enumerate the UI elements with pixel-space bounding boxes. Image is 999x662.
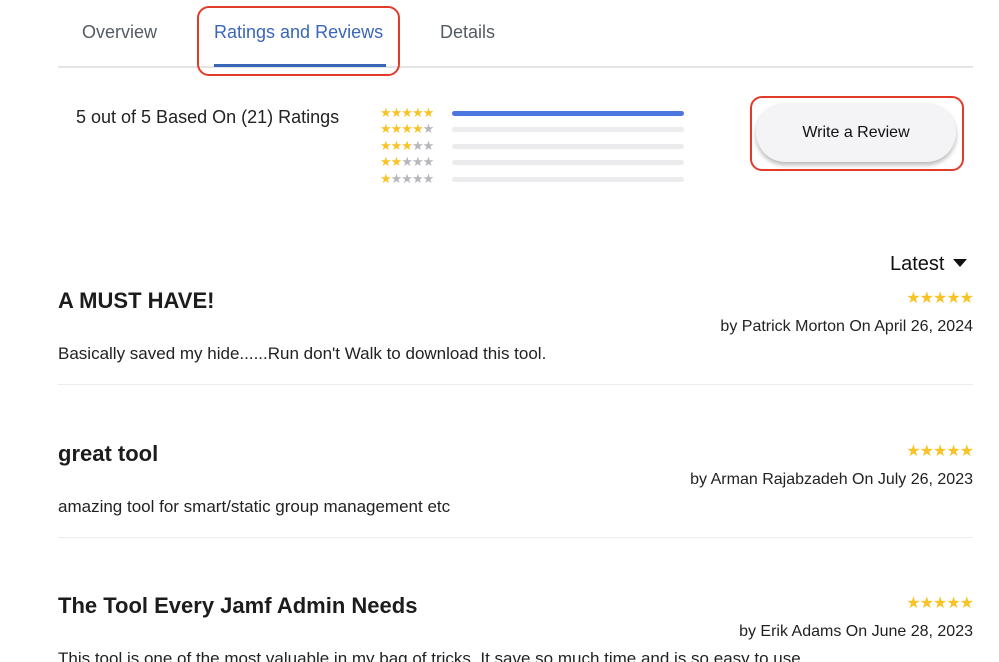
write-review-button[interactable]: Write a Review — [756, 103, 956, 162]
star-rating-icon: ★★★★★ — [380, 171, 434, 187]
review-stars: ★★★★★ — [906, 593, 974, 612]
review-item: great tool ★★★★★ by Arman Rajabzadeh On … — [58, 441, 974, 538]
active-tab-indicator — [214, 64, 386, 67]
distribution-row-4: ★★★★★ — [380, 122, 690, 139]
review-body: amazing tool for smart/static group mana… — [58, 497, 451, 516]
distribution-row-5: ★★★★★ — [380, 105, 690, 122]
rating-distribution: ★★★★★ ★★★★★ ★★★★★ ★★★★★ ★★★★★ — [380, 105, 690, 188]
tab-bar: Overview Ratings and Reviews Details — [58, 0, 973, 68]
distribution-bar — [452, 110, 684, 116]
distribution-bar — [452, 160, 684, 166]
review-title: The Tool Every Jamf Admin Needs — [58, 593, 418, 618]
sort-label: Latest — [890, 253, 945, 275]
review-byline: by Erik Adams On June 28, 2023 — [739, 623, 973, 640]
review-byline: by Patrick Morton On April 26, 2024 — [720, 318, 973, 335]
rating-summary: 5 out of 5 Based On (21) Ratings — [76, 107, 340, 127]
caret-down-icon — [953, 259, 968, 267]
review-item: The Tool Every Jamf Admin Needs ★★★★★ by… — [58, 593, 974, 662]
review-divider — [58, 384, 973, 385]
distribution-row-2: ★★★★★ — [380, 155, 690, 172]
review-body: Basically saved my hide......Run don't W… — [58, 344, 547, 363]
review-item: A MUST HAVE! ★★★★★ by Patrick Morton On … — [58, 288, 974, 385]
sort-dropdown[interactable]: Latest — [890, 253, 968, 276]
tab-overview[interactable]: Overview — [82, 22, 157, 43]
star-rating-icon: ★★★★★ — [380, 138, 434, 154]
star-rating-icon: ★★★★★ — [380, 155, 434, 171]
tab-details[interactable]: Details — [440, 22, 495, 43]
review-stars: ★★★★★ — [906, 288, 974, 307]
tab-ratings-and-reviews[interactable]: Ratings and Reviews — [214, 22, 383, 43]
star-rating-icon: ★★★★★ — [380, 122, 434, 138]
distribution-bar — [452, 176, 684, 182]
star-rating-icon: ★★★★★ — [380, 105, 434, 121]
review-byline: by Arman Rajabzadeh On July 26, 2023 — [690, 471, 973, 488]
distribution-bar — [452, 143, 684, 149]
review-stars: ★★★★★ — [906, 441, 974, 460]
distribution-bar — [452, 127, 684, 133]
review-title: A MUST HAVE! — [58, 288, 215, 313]
review-divider — [58, 537, 973, 538]
distribution-row-3: ★★★★★ — [380, 138, 690, 155]
distribution-row-1: ★★★★★ — [380, 171, 690, 188]
review-body: This tool is one of the most valuable in… — [58, 649, 806, 662]
review-title: great tool — [58, 441, 159, 466]
distribution-bar-fill — [452, 110, 684, 116]
